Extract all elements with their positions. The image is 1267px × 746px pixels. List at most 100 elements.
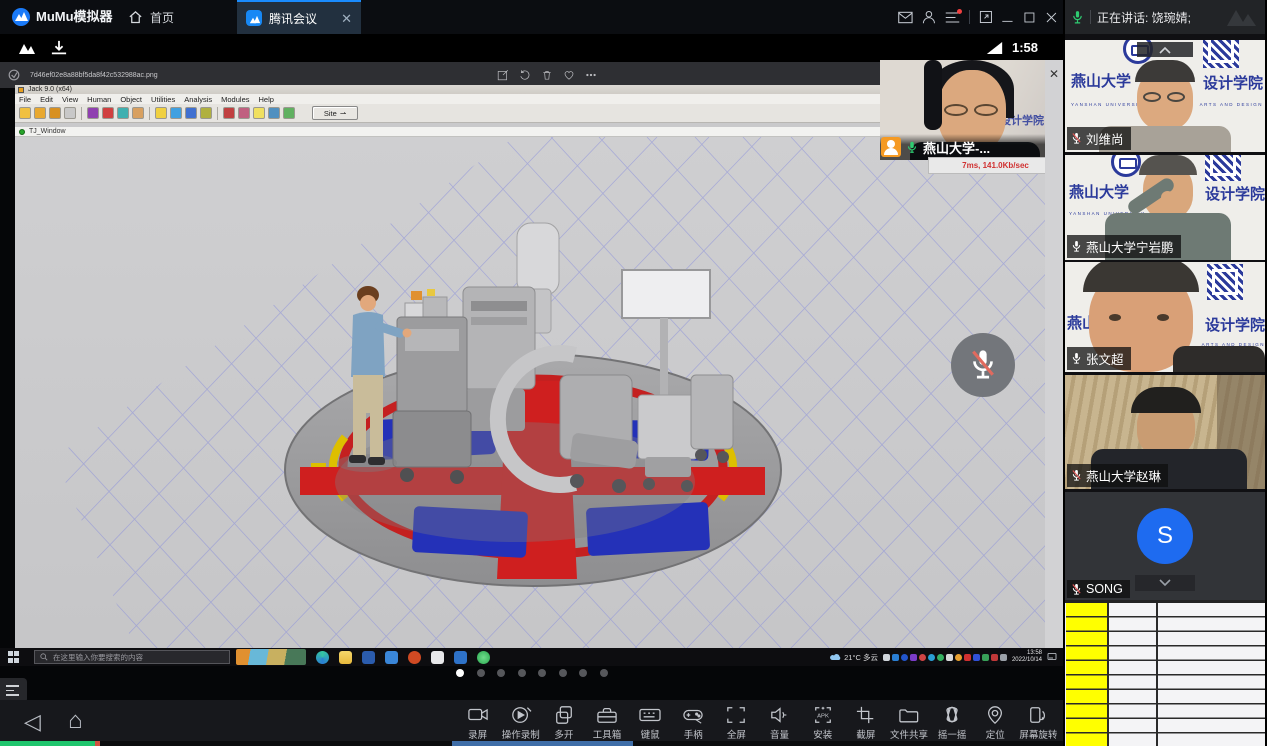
participant-tile[interactable]: 燕山大学赵琳	[1065, 375, 1265, 489]
tool-install-apk[interactable]: APK 安装	[801, 700, 844, 746]
close-icon[interactable]	[1045, 11, 1058, 24]
overlay-close-icon[interactable]: ✕	[1049, 67, 1059, 81]
more-icon[interactable]	[585, 69, 597, 81]
resize-window-icon[interactable]	[979, 10, 993, 24]
jack-tool-icon[interactable]	[238, 107, 250, 119]
menu-human[interactable]: Human	[87, 95, 111, 104]
tool-location[interactable]: 定位	[974, 700, 1017, 746]
jack-tool-icon[interactable]	[253, 107, 265, 119]
jack-tool-icon[interactable]	[132, 107, 144, 119]
jack-tool-icon[interactable]	[102, 107, 114, 119]
speaker-video-overlay[interactable]: 设计学院 燕山大学-...	[880, 60, 1048, 160]
android-back-button[interactable]: ◁	[24, 702, 41, 742]
delete-icon[interactable]	[541, 69, 553, 81]
page-dot[interactable]	[477, 669, 485, 677]
tray-icon[interactable]	[910, 654, 917, 661]
edit-icon[interactable]	[497, 69, 509, 81]
participant-tile[interactable]: S SONG	[1065, 492, 1265, 600]
participant-tile[interactable]: 燕山大学 设计学院 YANSHAN UNIVERSITY ARTS AND DE…	[1065, 40, 1265, 152]
page-dot[interactable]	[579, 669, 587, 677]
jack-tool-icon[interactable]	[223, 107, 235, 119]
tray-icon[interactable]	[964, 654, 971, 661]
menu-analysis[interactable]: Analysis	[184, 95, 212, 104]
favorite-icon[interactable]	[563, 69, 575, 81]
tool-screenshot[interactable]: 截屏	[844, 700, 887, 746]
jack-tool-icon[interactable]	[283, 107, 295, 119]
jack-tool-icon[interactable]	[268, 107, 280, 119]
image-app-icon[interactable]	[454, 651, 467, 664]
minimize-icon[interactable]	[1001, 11, 1014, 24]
tab-home[interactable]: 首页	[128, 0, 174, 34]
menu-object[interactable]: Object	[120, 95, 142, 104]
android-home-button[interactable]: ⌂	[68, 701, 83, 741]
jack-tool-icon[interactable]	[49, 107, 61, 119]
rotate-icon[interactable]	[519, 69, 531, 81]
taskbar-clock[interactable]: 13:58 2022/10/14	[1012, 650, 1042, 664]
tool-macro-record[interactable]: 操作录制	[499, 700, 542, 746]
jack-tool-icon[interactable]	[64, 107, 76, 119]
mail-icon[interactable]	[898, 11, 913, 24]
site-button[interactable]: Site⇀	[312, 106, 358, 120]
tray-icon[interactable]	[919, 654, 926, 661]
menu-utilities[interactable]: Utilities	[151, 95, 175, 104]
participant-tile[interactable]: 燕山大学 设计学院 ARTS AND DESIGN 张文超	[1065, 262, 1265, 372]
tool-shake[interactable]: 摇一摇	[931, 700, 974, 746]
download-icon[interactable]	[50, 40, 68, 56]
start-button[interactable]	[8, 651, 20, 663]
page-dot[interactable]	[559, 669, 567, 677]
tool-file-share[interactable]: 文件共享	[887, 700, 930, 746]
tool-multi-instance[interactable]: 多开	[542, 700, 585, 746]
account-icon[interactable]	[922, 10, 936, 24]
jack-tool-icon[interactable]	[155, 107, 167, 119]
collapse-chevron-button[interactable]	[1137, 42, 1193, 57]
jack-tool-icon[interactable]	[19, 107, 31, 119]
tool-rotate-screen[interactable]: 屏幕旋转	[1017, 700, 1060, 746]
expand-chevron-button[interactable]	[1135, 575, 1195, 591]
tray-icon[interactable]	[1000, 654, 1007, 661]
mumu-mark-icon[interactable]	[17, 40, 37, 56]
tool-volume[interactable]: 音量	[758, 700, 801, 746]
tab-close-icon[interactable]: ✕	[341, 12, 352, 25]
jack-tool-icon[interactable]	[200, 107, 212, 119]
tray-icon[interactable]	[973, 654, 980, 661]
page-dot-active[interactable]	[456, 669, 464, 677]
wechat-icon[interactable]	[477, 651, 490, 664]
page-dot[interactable]	[600, 669, 608, 677]
3d-viewport[interactable]	[15, 137, 1045, 648]
jack-tool-icon[interactable]	[117, 107, 129, 119]
tray-icon[interactable]	[892, 654, 899, 661]
jack-tool-icon[interactable]	[170, 107, 182, 119]
menu-help[interactable]: Help	[259, 95, 274, 104]
tab-meeting[interactable]: 腾讯会议 ✕	[237, 0, 361, 34]
mic-muted-button[interactable]	[951, 333, 1015, 397]
tray-icon[interactable]	[946, 654, 953, 661]
jack-tool-icon[interactable]	[185, 107, 197, 119]
jack-taskbar-icon[interactable]	[431, 651, 444, 664]
page-dot[interactable]	[497, 669, 505, 677]
tray-icon[interactable]	[955, 654, 962, 661]
menu-modules[interactable]: Modules	[221, 95, 249, 104]
menu-icon[interactable]	[945, 11, 960, 24]
page-dot[interactable]	[518, 669, 526, 677]
tray-mic-icon[interactable]	[883, 654, 890, 661]
tool-toolbox[interactable]: 工具箱	[585, 700, 628, 746]
word-icon[interactable]	[362, 651, 375, 664]
jack-tool-icon[interactable]	[34, 107, 46, 119]
jack-tool-icon[interactable]	[87, 107, 99, 119]
tool-gamepad[interactable]: 手柄	[672, 700, 715, 746]
menu-file[interactable]: File	[19, 95, 31, 104]
menu-view[interactable]: View	[62, 95, 78, 104]
explorer-icon[interactable]	[339, 651, 352, 664]
notification-icon[interactable]	[1047, 652, 1057, 662]
news-widget[interactable]	[236, 649, 306, 665]
powerpoint-icon[interactable]	[408, 651, 421, 664]
menu-edit[interactable]: Edit	[40, 95, 53, 104]
tool-fullscreen[interactable]: 全屏	[715, 700, 758, 746]
tool-record-screen[interactable]: 录屏	[456, 700, 499, 746]
maximize-icon[interactable]	[1023, 11, 1036, 24]
participant-tile[interactable]: 燕山大学 设计学院 YANSHAN UNIVERSITY 燕山大学宁岩鹏	[1065, 155, 1265, 260]
tool-keyboard-mouse[interactable]: 键鼠	[629, 700, 672, 746]
tray-icon[interactable]	[937, 654, 944, 661]
page-dot[interactable]	[538, 669, 546, 677]
photos-icon[interactable]	[385, 651, 398, 664]
